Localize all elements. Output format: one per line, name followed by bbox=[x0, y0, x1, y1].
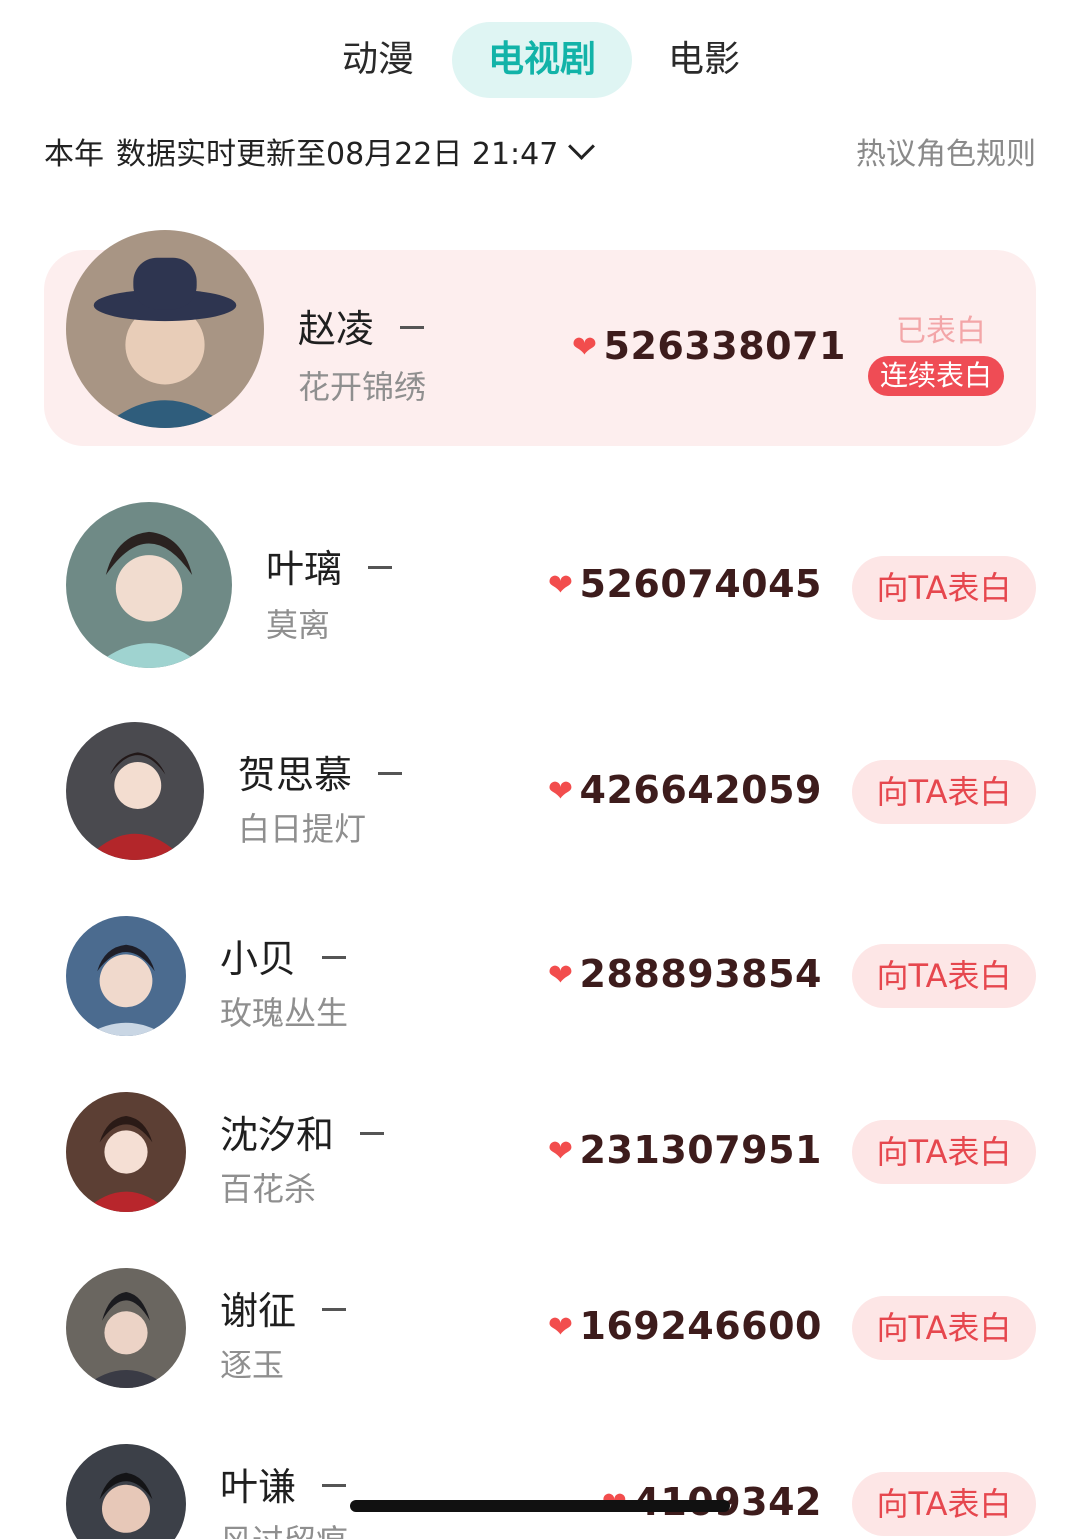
category-tabs: 动漫 电视剧 电影 bbox=[0, 22, 1080, 100]
confess-button[interactable]: 向TA表白 bbox=[852, 944, 1036, 1008]
ranking-row-1[interactable]: 赵凌 花开锦绣 ❤ 526338071 已表白 连续表白 bbox=[44, 230, 1036, 446]
vote-count: ❤ 526338071 bbox=[572, 324, 846, 368]
heart-icon: ❤ bbox=[547, 1134, 574, 1169]
vote-count: ❤ 526074045 bbox=[548, 562, 822, 606]
vote-count-value: 426642059 bbox=[579, 768, 822, 812]
rank-change-dash bbox=[322, 956, 347, 959]
tab-anime[interactable]: 动漫 bbox=[330, 22, 426, 98]
vote-count: ❤ 231307951 bbox=[548, 1128, 822, 1172]
heart-icon: ❤ bbox=[547, 958, 574, 993]
rank-change-dash bbox=[322, 1308, 347, 1311]
show-title: 逐玉 bbox=[220, 1346, 285, 1384]
heart-icon: ❤ bbox=[547, 1310, 574, 1345]
character-name: 沈汐和 bbox=[220, 1104, 385, 1159]
chevron-down-icon bbox=[568, 133, 596, 160]
character-name: 叶璃 bbox=[266, 538, 393, 593]
vote-count: ❤ 426642059 bbox=[548, 768, 822, 812]
character-avatar[interactable] bbox=[66, 1092, 186, 1212]
rank-change-dash bbox=[400, 326, 425, 329]
character-name: 小贝 bbox=[220, 928, 347, 983]
character-name-text: 贺思慕 bbox=[238, 753, 353, 797]
character-avatar[interactable] bbox=[66, 916, 186, 1036]
confess-button[interactable]: 向TA表白 bbox=[852, 1296, 1036, 1360]
ranking-row-4[interactable]: 小贝 玫瑰丛生 ❤ 288893854 向TA表白 bbox=[44, 916, 1036, 1036]
ranking-row-6[interactable]: 谢征 逐玉 ❤ 169246600 向TA表白 bbox=[44, 1268, 1036, 1388]
update-time: 数据实时更新至08月22日 21:47 bbox=[116, 137, 559, 172]
vote-count-value: 526074045 bbox=[579, 562, 822, 606]
vote-count: ❤ 288893854 bbox=[548, 952, 822, 996]
character-name: 叶谦 bbox=[220, 1456, 347, 1511]
character-avatar[interactable] bbox=[66, 230, 264, 428]
rank-change-dash bbox=[368, 566, 393, 569]
vote-count-value: 231307951 bbox=[579, 1128, 822, 1172]
ranking-row-3[interactable]: 贺思慕 白日提灯 ❤ 426642059 向TA表白 bbox=[44, 722, 1036, 860]
heart-icon: ❤ bbox=[547, 568, 574, 603]
show-title: 玫瑰丛生 bbox=[220, 994, 349, 1032]
character-name-text: 沈汐和 bbox=[220, 1113, 335, 1157]
rank-change-dash bbox=[322, 1484, 347, 1487]
show-title: 风过留痕 bbox=[220, 1516, 348, 1539]
show-title: 白日提灯 bbox=[238, 810, 367, 848]
character-avatar[interactable] bbox=[66, 1268, 186, 1388]
show-title: 百花杀 bbox=[220, 1170, 317, 1208]
home-indicator[interactable] bbox=[350, 1500, 730, 1512]
confessed-status: 已表白 bbox=[896, 314, 986, 349]
tab-movie[interactable]: 电影 bbox=[656, 22, 752, 98]
rules-link[interactable]: 热议角色规则 bbox=[856, 132, 1036, 178]
character-name: 谢征 bbox=[220, 1280, 347, 1335]
character-avatar[interactable] bbox=[66, 722, 204, 860]
ranking-row-2[interactable]: 叶璃 莫离 ❤ 526074045 向TA表白 bbox=[44, 502, 1036, 668]
confess-button[interactable]: 向TA表白 bbox=[852, 556, 1036, 620]
ranking-row-7[interactable]: 叶谦 风过留痕 ❤4109342 向TA表白 bbox=[44, 1444, 1036, 1539]
vote-count: ❤ 169246600 bbox=[548, 1304, 822, 1348]
character-name-text: 叶谦 bbox=[220, 1465, 297, 1509]
show-title: 莫离 bbox=[266, 606, 331, 644]
character-avatar[interactable] bbox=[66, 1444, 186, 1539]
character-name-text: 赵凌 bbox=[298, 307, 375, 351]
ranking-row-5[interactable]: 沈汐和 百花杀 ❤ 231307951 向TA表白 bbox=[44, 1092, 1036, 1212]
streak-confess-button[interactable]: 连续表白 bbox=[867, 356, 1004, 396]
time-range-selector[interactable]: 本年 数据实时更新至08月22日 21:47 bbox=[44, 132, 596, 178]
time-scope: 本年 bbox=[44, 137, 104, 172]
rank-change-dash bbox=[360, 1132, 385, 1135]
character-name-text: 小贝 bbox=[220, 937, 297, 981]
confess-button[interactable]: 向TA表白 bbox=[852, 1120, 1036, 1184]
confess-button[interactable]: 向TA表白 bbox=[852, 760, 1036, 824]
vote-count-value: 288893854 bbox=[579, 952, 822, 996]
tab-tv-series[interactable]: 电视剧 bbox=[452, 22, 632, 98]
character-name-text: 叶璃 bbox=[266, 547, 343, 591]
character-name: 赵凌 bbox=[298, 298, 425, 353]
vote-count-value: 526338071 bbox=[603, 324, 846, 368]
show-title: 花开锦绣 bbox=[298, 368, 427, 406]
rank-change-dash bbox=[378, 772, 403, 775]
heart-icon: ❤ bbox=[547, 774, 574, 809]
character-avatar[interactable] bbox=[66, 502, 232, 668]
heart-icon: ❤ bbox=[571, 330, 598, 365]
character-name-text: 谢征 bbox=[220, 1289, 297, 1333]
confess-button[interactable]: 向TA表白 bbox=[852, 1472, 1036, 1536]
vote-count-value: 169246600 bbox=[579, 1304, 822, 1348]
character-name: 贺思慕 bbox=[238, 744, 403, 799]
